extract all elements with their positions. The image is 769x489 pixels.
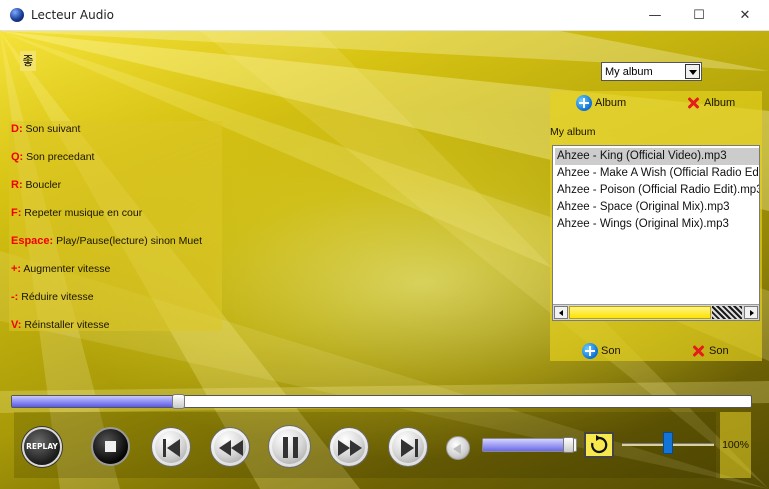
add-album-label: Album <box>595 96 627 109</box>
fast-forward-button[interactable] <box>329 427 369 467</box>
shortcut-key: F: <box>11 207 22 219</box>
add-song-button[interactable]: Son <box>582 343 621 359</box>
speed-thumb[interactable] <box>663 432 673 454</box>
shortcut-row: Q: Son precedant <box>11 151 94 163</box>
track-item[interactable]: Ahzee - Make A Wish (Official Radio Edit… <box>555 165 759 182</box>
shortcut-label: Play/Pause(lecture) sinon Muet <box>53 235 203 247</box>
shortcut-row: R: Boucler <box>11 179 61 191</box>
shortcut-row: D: Son suivant <box>11 123 80 135</box>
shortcut-row: F: Repeter musique en cour <box>11 207 142 219</box>
speed-value: 100% <box>720 412 751 478</box>
shortcut-key: V: <box>11 319 22 331</box>
album-dropdown-value: My album <box>605 66 653 78</box>
previous-button[interactable] <box>151 427 191 467</box>
mute-button[interactable] <box>446 436 470 460</box>
remove-song-button[interactable]: Son <box>691 344 729 358</box>
pause-icon <box>283 437 298 458</box>
track-item[interactable]: Ahzee - Wings (Original Mix).mp3 <box>555 216 759 233</box>
seek-bar[interactable] <box>11 394 752 409</box>
shortcut-row: V: Réinstaller vitesse <box>11 319 110 331</box>
remove-album-label: Album <box>704 96 736 109</box>
shortcut-row: -: Réduire vitesse <box>11 291 94 303</box>
shortcut-label: Réinstaller vitesse <box>21 319 110 331</box>
shortcut-key: Espace: <box>11 235 54 247</box>
album-heading: My album <box>550 126 596 138</box>
add-icon <box>576 95 592 111</box>
scrollbar-thumb[interactable] <box>569 306 711 319</box>
rewind-icon <box>219 440 243 456</box>
next-button[interactable] <box>388 427 428 467</box>
shortcut-row: +: Augmenter vitesse <box>11 263 110 275</box>
shortcuts-panel: D: Son suivant Q: Son precedant R: Boucl… <box>9 121 222 331</box>
shortcut-label: Son precedant <box>23 151 95 163</box>
shortcut-key: R: <box>11 179 23 191</box>
track-item[interactable]: Ahzee - Poison (Official Radio Edit).mp3 <box>555 182 759 199</box>
remove-song-label: Son <box>709 344 729 357</box>
skip-next-icon <box>401 439 418 457</box>
volume-slider[interactable] <box>482 437 577 453</box>
chevron-down-icon[interactable] <box>685 64 700 79</box>
window-title: Lecteur Audio <box>31 8 115 22</box>
volume-fill <box>483 439 570 451</box>
shortcut-label: Son suivant <box>22 123 81 135</box>
scrollbar-track[interactable] <box>712 306 742 319</box>
minimize-button[interactable]: — <box>632 0 678 31</box>
shortcut-label: Boucler <box>22 179 62 191</box>
stop-button[interactable] <box>91 427 130 466</box>
add-album-button[interactable]: Album <box>576 95 626 111</box>
replay-button[interactable]: REPLAY <box>22 427 62 467</box>
add-song-label: Son <box>601 344 621 357</box>
album-dropdown[interactable]: My album <box>601 62 702 81</box>
shortcut-key: +: <box>11 263 22 275</box>
shortcut-label: Repeter musique en cour <box>21 207 143 219</box>
scroll-right-icon[interactable] <box>744 306 758 319</box>
seek-thumb[interactable] <box>172 394 186 409</box>
speed-slider[interactable] <box>622 432 714 458</box>
shortcut-label: Augmenter vitesse <box>21 263 111 275</box>
remove-album-button[interactable]: Album <box>686 96 735 110</box>
shortcut-row: Espace: Play/Pause(lecture) sinon Muet <box>11 235 202 247</box>
shortcut-key: D: <box>11 123 23 135</box>
loop-icon <box>591 435 608 454</box>
player-background: 좋 D: Son suivant Q: Son precedant R: Bou… <box>0 31 769 489</box>
app-globe-icon <box>10 8 24 22</box>
title-bar: Lecteur Audio — ☐ ✕ <box>0 0 769 31</box>
horizontal-scrollbar[interactable] <box>553 304 759 320</box>
remove-icon <box>686 96 700 110</box>
fast-forward-icon <box>338 440 362 456</box>
shortcut-key: Q: <box>11 151 24 163</box>
shortcut-label: Réduire vitesse <box>18 291 94 303</box>
playlist-panel: Album Album My album Ahzee - King (Offic… <box>550 91 762 361</box>
maximize-button[interactable]: ☐ <box>676 0 722 31</box>
volume-thumb[interactable] <box>563 437 575 453</box>
loop-button[interactable] <box>584 432 614 458</box>
remove-icon <box>691 344 705 358</box>
track-item[interactable]: Ahzee - King (Official Video).mp3 <box>555 148 759 165</box>
close-button[interactable]: ✕ <box>722 0 768 31</box>
add-icon <box>582 343 598 359</box>
scroll-left-icon[interactable] <box>554 306 568 319</box>
font-glyph-label: 좋 <box>20 51 36 71</box>
pause-button[interactable] <box>268 425 311 468</box>
track-item[interactable]: Ahzee - Space (Original Mix).mp3 <box>555 199 759 216</box>
track-list[interactable]: Ahzee - King (Official Video).mp3 Ahzee … <box>552 145 760 321</box>
rewind-button[interactable] <box>210 427 250 467</box>
skip-previous-icon <box>163 439 180 457</box>
seek-progress-fill <box>12 396 179 407</box>
